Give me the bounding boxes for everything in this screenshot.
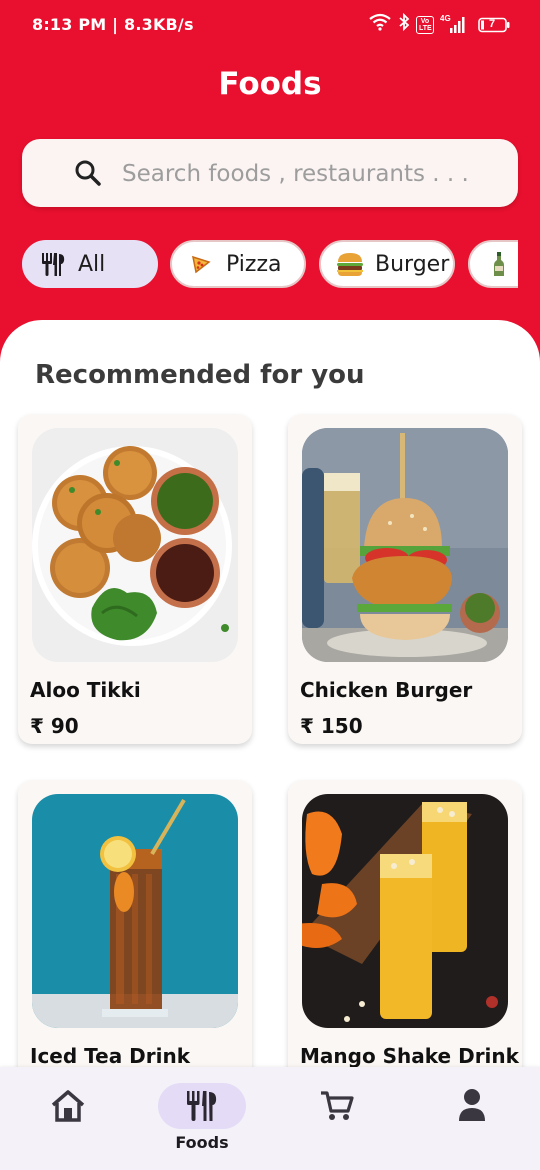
bottom-navigation: Foods <box>0 1067 540 1170</box>
category-chip-label: Burger <box>375 251 450 277</box>
signal-icon: 4G <box>440 14 466 34</box>
nav-profile[interactable] <box>428 1067 540 1170</box>
utensils-icon <box>180 1087 224 1125</box>
status-time-speed: 8:13 PM | 8.3KB/s <box>32 15 194 34</box>
food-card-aloo-tikki[interactable]: Aloo Tikki ₹ 90 <box>18 414 252 744</box>
section-title: Recommended for you <box>35 360 365 390</box>
chicken-burger-photo <box>302 428 508 662</box>
status-bar: 8:13 PM | 8.3KB/s Vo LTE 4G 7 <box>0 0 540 48</box>
food-card-iced-tea[interactable]: Iced Tea Drink <box>18 780 252 1110</box>
drink-bottle-icon <box>484 249 514 279</box>
mango-shake-photo <box>302 794 508 1028</box>
pizza-icon <box>186 249 216 279</box>
food-name: Iced Tea Drink <box>30 1044 191 1068</box>
iced-tea-photo <box>32 794 238 1028</box>
battery-icon: 7 <box>478 17 510 33</box>
food-card-chicken-burger[interactable]: Chicken Burger ₹ 150 <box>288 414 522 744</box>
nav-foods[interactable]: Foods <box>158 1067 278 1170</box>
category-chip-label: Pizza <box>226 251 282 277</box>
food-price: ₹ 150 <box>300 714 363 738</box>
utensils-icon <box>38 249 68 279</box>
category-chip-pizza[interactable]: Pizza <box>170 240 306 288</box>
category-chips: All Pizza Burger D <box>22 240 518 288</box>
category-chip-all[interactable]: All <box>22 240 158 288</box>
wifi-icon <box>368 13 392 36</box>
nav-cart[interactable] <box>293 1067 413 1170</box>
nav-home[interactable] <box>24 1067 144 1170</box>
status-icons: Vo LTE 4G 7 <box>368 12 510 36</box>
search-icon[interactable] <box>74 159 102 192</box>
profile-icon <box>450 1087 494 1125</box>
cart-icon <box>315 1087 359 1125</box>
food-name: Chicken Burger <box>300 678 473 702</box>
page-title: Foods <box>218 66 322 102</box>
category-chip-label: All <box>78 251 106 277</box>
burger-icon <box>335 249 365 279</box>
food-price: ₹ 90 <box>30 714 79 738</box>
food-name: Aloo Tikki <box>30 678 141 702</box>
nav-label: Foods <box>175 1133 229 1152</box>
category-chip-drinks[interactable]: D <box>468 240 518 288</box>
search-input[interactable] <box>120 139 504 209</box>
battery-level: 7 <box>489 17 496 30</box>
category-chip-burger[interactable]: Burger <box>319 240 455 288</box>
aloo-tikki-photo <box>32 428 238 662</box>
volte-icon: Vo LTE <box>416 15 434 34</box>
bluetooth-icon <box>398 12 410 36</box>
food-card-mango-shake[interactable]: Mango Shake Drink <box>288 780 522 1110</box>
home-icon <box>46 1087 90 1125</box>
search-bar[interactable] <box>22 139 518 209</box>
food-name: Mango Shake Drink <box>300 1044 519 1068</box>
